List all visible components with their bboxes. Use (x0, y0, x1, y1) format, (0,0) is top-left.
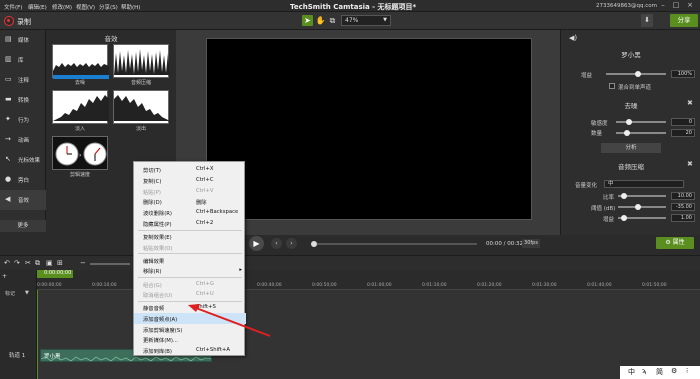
annotation-arrow (188, 304, 271, 337)
ime-chinese-icon[interactable]: 中 (628, 367, 635, 377)
more-icon[interactable]: ⁝ (686, 367, 688, 375)
ime-simplified-icon[interactable]: 简 (656, 367, 663, 377)
settings-icon[interactable]: ⚙ (671, 367, 677, 375)
taskbar-tray: 中 ϡ 简 ⚙ ⁝ (620, 366, 700, 379)
ime-punctuation-icon[interactable]: ϡ (642, 367, 646, 375)
